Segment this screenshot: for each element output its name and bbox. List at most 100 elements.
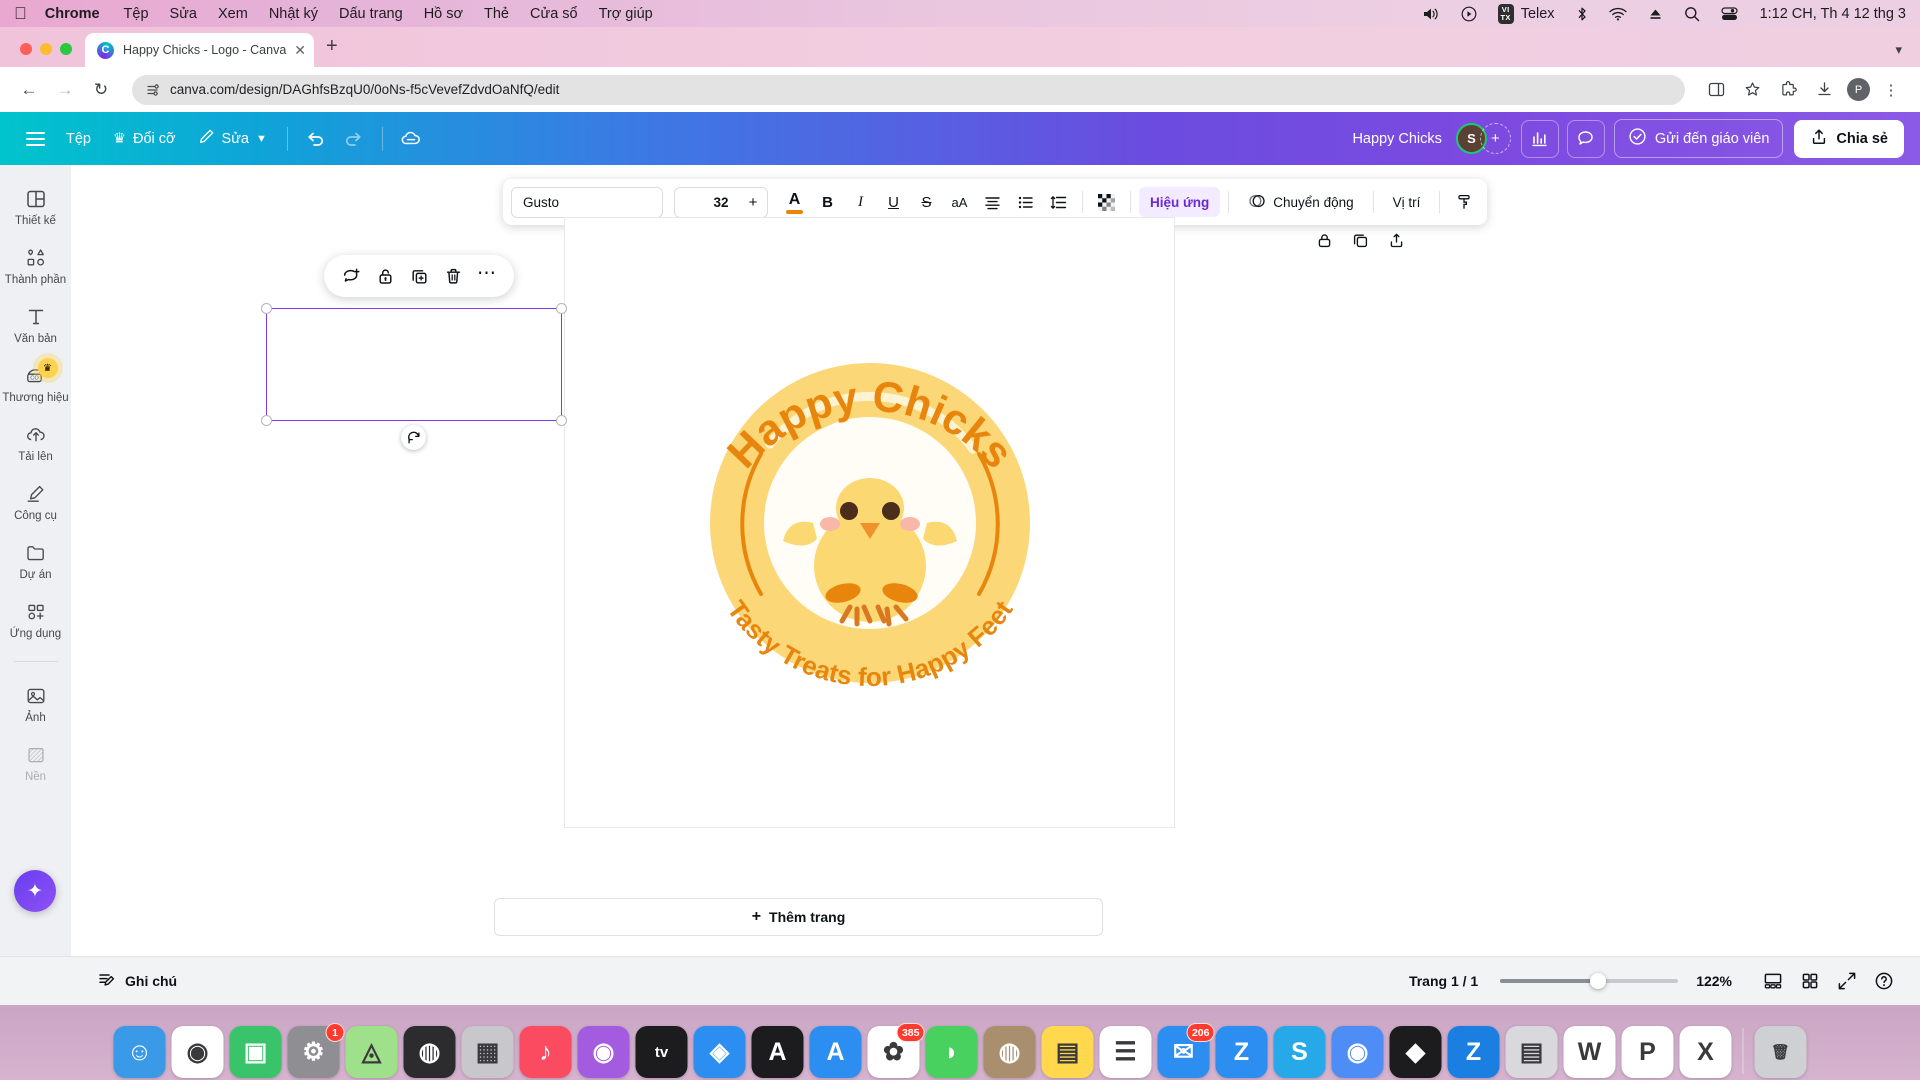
menu-chrome[interactable]: Chrome <box>45 6 100 22</box>
italic-button[interactable]: I <box>845 187 876 218</box>
dock-item-photos[interactable]: ✿ 385 <box>867 1023 925 1078</box>
font-size-increase-button[interactable]: + <box>739 194 767 211</box>
menu-window[interactable]: Cửa sổ <box>530 6 578 22</box>
control-center-icon[interactable] <box>1720 6 1738 21</box>
eject-icon[interactable] <box>1648 7 1663 21</box>
three-dot-menu-icon[interactable]: ⋮ <box>1876 75 1906 105</box>
unlock-icon[interactable] <box>370 261 400 291</box>
dock-item-powerpoint[interactable]: P <box>1621 1026 1674 1078</box>
dock-item-mail[interactable]: ✉ 206 <box>1157 1023 1215 1078</box>
text-color-button[interactable]: A <box>779 187 810 218</box>
close-window-button[interactable] <box>20 43 32 55</box>
dock-item-maps[interactable]: ◬ <box>345 1026 398 1078</box>
menu-help[interactable]: Trợ giúp <box>599 6 653 22</box>
chevron-down-icon[interactable]: ▾ <box>1895 42 1902 58</box>
extensions-icon[interactable] <box>1773 75 1803 105</box>
bullet-list-icon[interactable] <box>1010 187 1041 218</box>
menu-history[interactable]: Nhật ký <box>269 6 318 22</box>
cloud-saved-icon[interactable] <box>392 120 430 158</box>
dock-item-finder[interactable]: ☺ <box>113 1026 166 1078</box>
file-menu-button[interactable]: Tệp <box>55 124 102 154</box>
search-icon[interactable] <box>1684 6 1700 22</box>
undo-icon[interactable] <box>297 120 335 158</box>
font-size-value[interactable]: 32 <box>703 195 739 210</box>
sidebar-item-apps[interactable]: Ứng dụng <box>4 592 68 647</box>
address-bar[interactable]: canva.com/design/DAGhfsBzqU0/0oNs-f5cVev… <box>132 74 1685 105</box>
magic-sparkle-icon[interactable]: ✦ <box>14 870 56 912</box>
comment-button[interactable] <box>1566 119 1605 158</box>
dock-item-app-store[interactable]: A <box>809 1026 862 1078</box>
line-spacing-icon[interactable] <box>1043 187 1074 218</box>
menu-edit[interactable]: Sửa <box>170 6 197 22</box>
menu-tab[interactable]: Thẻ <box>484 6 509 22</box>
effects-button[interactable]: Hiệu ứng <box>1139 187 1221 217</box>
volume-icon[interactable] <box>1422 7 1440 21</box>
strikethrough-button[interactable]: S <box>911 187 942 218</box>
dock-item-notes[interactable]: ▤ <box>1041 1026 1094 1078</box>
dock-item-safari[interactable]: ◈ <box>693 1026 746 1078</box>
menu-file[interactable]: Tệp <box>124 6 149 22</box>
resize-handle-top-left[interactable] <box>261 303 272 314</box>
document-title[interactable]: Happy Chicks <box>1352 131 1441 147</box>
site-settings-icon[interactable] <box>146 83 160 97</box>
wifi-icon[interactable] <box>1608 7 1627 21</box>
bold-button[interactable]: B <box>812 187 843 218</box>
add-comment-icon[interactable] <box>336 261 366 291</box>
dock-item-reminders[interactable]: ☰ <box>1099 1026 1152 1078</box>
align-icon[interactable] <box>977 187 1008 218</box>
resize-handle-bottom-left[interactable] <box>261 415 272 426</box>
edit-mode-button[interactable]: Sửa ▼ <box>187 121 278 156</box>
more-dots-icon[interactable]: ⋯ <box>472 261 502 291</box>
font-family-select[interactable]: Gusto <box>511 186 663 218</box>
redo-icon[interactable] <box>335 120 373 158</box>
apple-icon[interactable]:  <box>14 5 27 22</box>
menu-bookmarks[interactable]: Dấu trang <box>339 6 403 22</box>
add-page-button[interactable]: + Thêm trang <box>494 898 1103 936</box>
back-arrow-icon[interactable]: ← <box>14 75 44 105</box>
notes-button[interactable]: Ghi chú <box>86 965 189 998</box>
position-button[interactable]: Vị trí <box>1382 187 1432 217</box>
dock-item-siri[interactable]: ◍ <box>403 1026 456 1078</box>
download-icon[interactable] <box>1809 75 1839 105</box>
dock-item-word[interactable]: W <box>1563 1026 1616 1078</box>
dock-item-messages[interactable]: ◗ <box>925 1026 978 1078</box>
play-circle-icon[interactable] <box>1461 6 1477 22</box>
bluetooth-icon[interactable] <box>1576 6 1588 22</box>
dock-item-contacts[interactable]: ◍ <box>983 1026 1036 1078</box>
dock-item-system-settings[interactable]: ⚙ 1 <box>287 1023 345 1078</box>
telex-indicator[interactable]: VI TX Telex <box>1497 3 1555 24</box>
dock-item-podcasts[interactable]: ◉ <box>577 1026 630 1078</box>
dock-item-zalo-pc[interactable]: Z <box>1447 1026 1500 1078</box>
logo-artwork[interactable]: Happy Chicks Tasty Treats for Happy Feet <box>565 218 1174 827</box>
add-member-button[interactable]: + <box>1479 123 1511 154</box>
zoom-slider-knob[interactable] <box>1590 973 1607 989</box>
sidebar-item-tools[interactable]: Công cụ <box>4 474 68 529</box>
zoom-value[interactable]: 122% <box>1696 973 1732 989</box>
grid-view-icon[interactable] <box>1794 965 1826 997</box>
sidebar-item-projects[interactable]: Dự án <box>4 533 68 588</box>
duplicate-page-icon[interactable] <box>404 261 434 291</box>
help-circle-icon[interactable] <box>1868 965 1900 997</box>
animate-button[interactable]: Chuyển động <box>1237 187 1364 217</box>
dock-item-launchpad[interactable]: ▦ <box>461 1026 514 1078</box>
fullscreen-icon[interactable] <box>1831 965 1863 997</box>
dock-item-chrome[interactable]: ◉ <box>171 1026 224 1078</box>
maximize-window-button[interactable] <box>60 43 72 55</box>
sidebar-item-design[interactable]: Thiết kế <box>4 179 68 234</box>
rotate-handle-icon[interactable] <box>401 425 426 450</box>
lock-icon[interactable] <box>1309 225 1339 255</box>
dock-item-trash[interactable]: 🗑 <box>1754 1026 1807 1078</box>
dock-item-facetime[interactable]: ▣ <box>229 1026 282 1078</box>
forward-arrow-icon[interactable]: → <box>50 75 80 105</box>
close-icon[interactable]: ✕ <box>294 42 306 59</box>
bookmark-star-icon[interactable] <box>1737 75 1767 105</box>
profile-avatar[interactable]: P <box>1847 78 1870 101</box>
dock-item-dictionary[interactable]: ▤ <box>1505 1026 1558 1078</box>
menu-profiles[interactable]: Hồ sơ <box>424 6 463 22</box>
dock-item-music[interactable]: ♪ <box>519 1026 572 1078</box>
resize-button[interactable]: ♛ Đổi cỡ <box>102 124 187 154</box>
send-to-teacher-button[interactable]: Gửi đến giáo viên <box>1613 119 1784 158</box>
dock-item-apple-tv[interactable]: tv <box>635 1026 688 1078</box>
dock-item-app-a[interactable]: A <box>751 1026 804 1078</box>
minimize-window-button[interactable] <box>40 43 52 55</box>
